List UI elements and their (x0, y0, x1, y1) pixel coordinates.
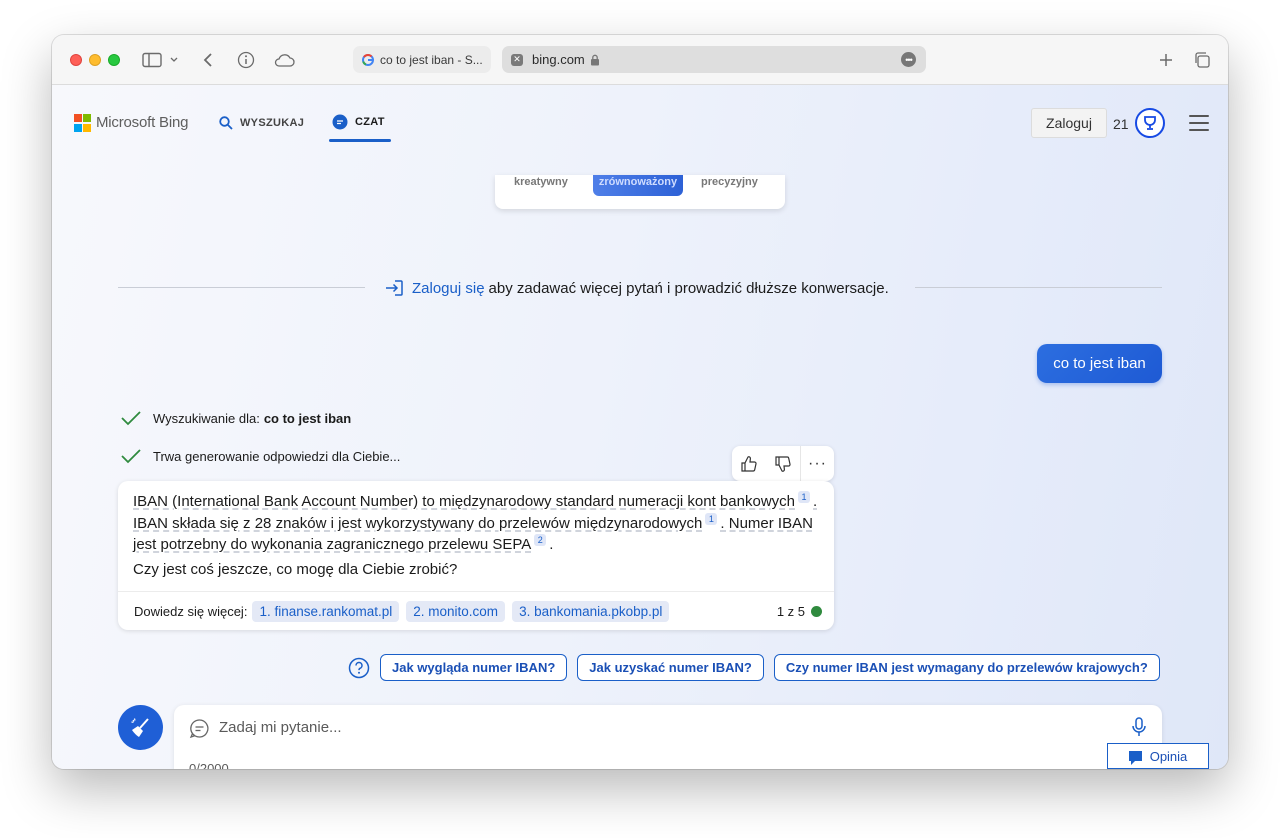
nav-chat-label: CZAT (355, 116, 385, 128)
microphone-icon[interactable] (1131, 717, 1147, 737)
conversation-style-selector: kreatywny zrównoważony precyzyjny (495, 175, 785, 209)
check-icon (121, 411, 141, 426)
status-generating: Trwa generowanie odpowiedzi dla Ciebie..… (120, 448, 400, 464)
answer-followup: Czy jest coś jeszcze, co mogę dla Ciebie… (133, 561, 458, 578)
source-link[interactable]: 3. bankomania.pkobp.pl (512, 600, 670, 622)
tab-google-search[interactable]: co to jest iban - S... (353, 46, 491, 73)
sign-in-icon (386, 280, 403, 296)
menu-icon[interactable] (1189, 115, 1209, 131)
new-topic-button[interactable] (118, 705, 163, 750)
answer-text: IBAN (International Bank Account Number)… (133, 491, 823, 556)
suggestion-button[interactable]: Jak uzyskać numer IBAN? (577, 654, 764, 681)
more-options-icon[interactable]: ••• (901, 52, 916, 67)
suggestion-button[interactable]: Czy numer IBAN jest wymagany do przelewó… (773, 654, 1160, 681)
tone-precise[interactable]: precyzyjny (701, 176, 758, 188)
thumbs-down-icon[interactable] (766, 446, 800, 481)
signin-notice-text: aby zadawać więcej pytań i prowadzić dłu… (488, 279, 889, 297)
brand-name[interactable]: Microsoft Bing (96, 114, 188, 131)
lock-icon (590, 54, 599, 65)
address-bar[interactable]: ✕ bing.com ••• (502, 46, 926, 73)
user-message: co to jest iban (1037, 344, 1162, 383)
bing-chat-page: Microsoft Bing WYSZUKAJ CZAT Zaloguj 2 1 … (52, 85, 1228, 769)
feedback-icon (1128, 751, 1142, 765)
tone-creative[interactable]: kreatywny (514, 176, 568, 188)
status-dot-icon (811, 606, 822, 617)
nav-search-label: WYSZUKAJ (240, 117, 305, 129)
zoom-window-button[interactable] (108, 54, 120, 66)
new-tab-icon[interactable] (1154, 48, 1178, 72)
broom-icon (130, 717, 149, 737)
response-counter: 1 z 5 (777, 604, 822, 619)
answer-card: IBAN (International Bank Account Number)… (118, 481, 834, 630)
source-link[interactable]: 1. finanse.rankomat.pl (252, 600, 400, 622)
microsoft-logo-icon[interactable] (74, 114, 92, 132)
minimize-window-button[interactable] (89, 54, 101, 66)
active-tab-indicator (329, 139, 391, 142)
icloud-icon[interactable] (271, 48, 297, 72)
sources-label: Dowiedz się więcej: (134, 603, 248, 619)
sources-bar: Dowiedz się więcej: 1. finanse.rankomat.… (118, 591, 834, 630)
citation-badge[interactable]: 1 (798, 491, 810, 503)
google-icon (362, 53, 374, 66)
close-tab-icon[interactable]: ✕ (511, 53, 523, 66)
tab-title: co to jest iban - S... (380, 52, 483, 67)
divider-right (915, 287, 1162, 288)
rewards-trophy-icon[interactable] (1135, 108, 1165, 138)
browser-toolbar: co to jest iban - S... ✕ bing.com ••• (52, 35, 1228, 85)
browser-window: co to jest iban - S... ✕ bing.com ••• Mi… (52, 35, 1228, 769)
chat-input-placeholder[interactable]: Zadaj mi pytanie... (219, 719, 342, 736)
tone-balanced[interactable]: zrównoważony (593, 175, 683, 196)
searching-label: Wyszukiwanie dla: (153, 410, 260, 426)
signin-notice: Zaloguj się aby zadawać więcej pytań i p… (385, 279, 889, 297)
reward-points[interactable]: 21 (1113, 116, 1129, 132)
chat-icon (332, 114, 348, 130)
searching-query: co to jest iban (263, 410, 352, 426)
more-actions-icon[interactable]: ··· (800, 446, 834, 481)
answer-part-1: IBAN (International Bank Account Number)… (133, 493, 795, 510)
address-text: bing.com (532, 52, 585, 67)
chat-bubble-icon (189, 719, 209, 739)
char-counter: 0/2000 (189, 761, 229, 769)
citation-badge[interactable]: 1 (705, 512, 718, 525)
suggestion-button[interactable]: Jak wygląda numer IBAN? (380, 654, 568, 681)
generating-text: Trwa generowanie odpowiedzi dla Ciebie..… (153, 448, 401, 464)
nav-search-tab[interactable]: WYSZUKAJ (219, 116, 304, 130)
source-link[interactable]: 2. monito.com (406, 600, 506, 622)
answer-part-4: . (549, 536, 554, 553)
response-count-text: 1 z 5 (776, 604, 805, 619)
reaction-bar: ··· (732, 446, 834, 481)
divider-left (118, 287, 365, 288)
check-icon (121, 449, 141, 464)
status-searching: Wyszukiwanie dla: co to jest iban (120, 410, 351, 426)
close-window-button[interactable] (70, 54, 82, 66)
nav-chat-tab[interactable]: CZAT (332, 114, 385, 130)
login-button[interactable]: Zaloguj (1031, 108, 1107, 138)
feedback-button[interactable]: Opinia (1107, 743, 1209, 769)
sidebar-toggle-icon[interactable] (141, 48, 179, 72)
back-icon[interactable] (196, 48, 220, 72)
suggestions-row: Jak wygląda numer IBAN? Jak uzyskać nume… (348, 654, 1170, 681)
thumbs-up-icon[interactable] (732, 446, 766, 481)
bing-header: Microsoft Bing WYSZUKAJ CZAT Zaloguj 21 (52, 85, 1228, 155)
tab-overview-icon[interactable] (1190, 48, 1214, 72)
citation-badge[interactable]: 2 (534, 534, 547, 546)
search-icon (219, 116, 233, 130)
question-bubble-icon (348, 657, 370, 678)
chat-input-box[interactable]: Zadaj mi pytanie... 0/2000 (174, 705, 1162, 769)
signin-link[interactable]: Zaloguj się (412, 280, 485, 297)
feedback-label: Opinia (1149, 748, 1188, 764)
info-icon[interactable] (234, 48, 258, 72)
